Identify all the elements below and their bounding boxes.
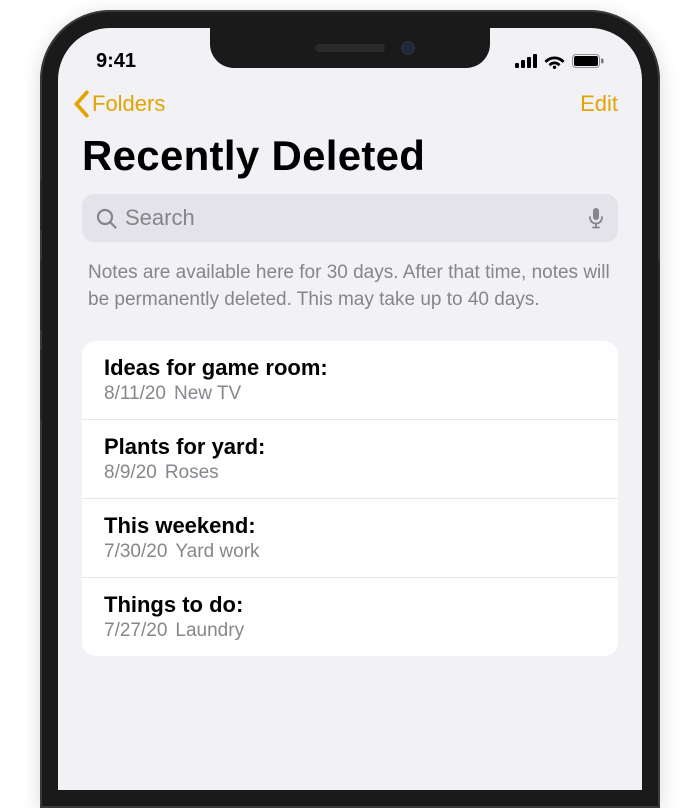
phone-frame: 9:41 [40,10,660,808]
note-preview: New TV [174,383,241,404]
note-row[interactable]: Plants for yard: 8/9/20 Roses [82,420,618,499]
note-date: 8/9/20 [104,462,157,483]
note-meta: 8/9/20 Roses [104,462,596,484]
note-row[interactable]: Ideas for game room: 8/11/20 New TV [82,341,618,420]
cellular-icon [515,54,537,68]
back-label: Folders [92,91,165,117]
screen: 9:41 [58,28,642,790]
info-text: Notes are available here for 30 days. Af… [58,260,642,341]
note-meta: 7/30/20 Yard work [104,541,596,563]
battery-icon [572,54,604,68]
search-placeholder: Search [125,205,580,231]
note-meta: 8/11/20 New TV [104,383,596,405]
status-time: 9:41 [96,50,136,73]
note-meta: 7/27/20 Laundry [104,620,596,642]
note-row[interactable]: This weekend: 7/30/20 Yard work [82,499,618,578]
note-preview: Yard work [175,541,259,562]
dictation-icon[interactable] [588,207,604,229]
front-camera [401,41,415,55]
notes-list: Ideas for game room: 8/11/20 New TV Plant… [82,341,618,656]
back-button[interactable]: Folders [72,90,165,118]
nav-bar: Folders Edit [58,76,642,124]
note-title: Ideas for game room: [104,355,596,381]
search-input[interactable]: Search [82,194,618,242]
edit-button[interactable]: Edit [580,91,618,117]
note-title: Things to do: [104,592,596,618]
note-date: 8/11/20 [104,383,166,404]
note-title: Plants for yard: [104,434,596,460]
note-title: This weekend: [104,513,596,539]
speaker-grille [315,44,385,52]
wifi-icon [544,54,565,69]
note-preview: Laundry [175,620,244,641]
note-date: 7/30/20 [104,541,167,562]
notch [210,28,490,68]
note-row[interactable]: Things to do: 7/27/20 Laundry [82,578,618,656]
search-icon [96,208,117,229]
note-date: 7/27/20 [104,620,167,641]
page-title: Recently Deleted [58,124,642,194]
note-preview: Roses [165,462,219,483]
chevron-left-icon [72,90,90,118]
